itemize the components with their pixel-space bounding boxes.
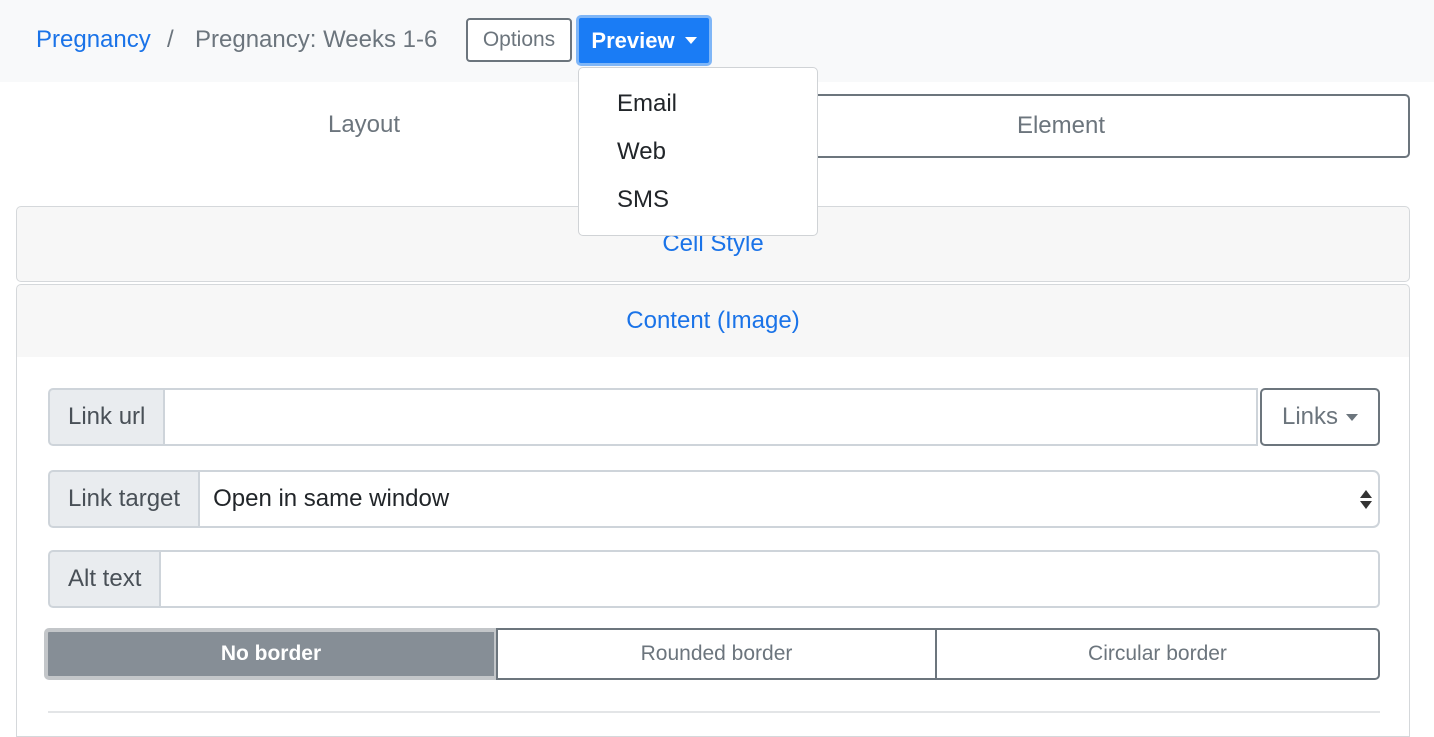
select-arrows-icon	[1360, 489, 1372, 509]
preview-button-label: Preview	[591, 27, 675, 53]
link-target-label: Link target	[48, 470, 199, 528]
link-target-group: Link target Open in same window	[48, 470, 1380, 528]
breadcrumb-current: Pregnancy: Weeks 1-6	[195, 26, 438, 53]
content-image-panel-header[interactable]: Content (Image)	[16, 284, 1410, 358]
preview-dropdown-button[interactable]: Preview	[576, 15, 712, 66]
preview-menu-item-web[interactable]: Web	[579, 128, 817, 176]
border-option-circular[interactable]: Circular border	[935, 628, 1380, 680]
link-url-label: Link url	[48, 388, 164, 446]
caret-down-icon	[684, 37, 697, 44]
link-target-selected-value: Open in same window	[213, 485, 450, 512]
options-button[interactable]: Options	[466, 18, 572, 62]
border-style-toggle-group: No border Rounded border Circular border	[44, 628, 1380, 680]
preview-menu-item-sms[interactable]: SMS	[579, 176, 817, 224]
links-dropdown-button[interactable]: Links	[1260, 388, 1380, 446]
preview-menu-item-email[interactable]: Email	[579, 80, 817, 128]
border-option-none[interactable]: No border	[44, 628, 498, 680]
caret-down-icon	[1346, 413, 1359, 421]
border-option-rounded[interactable]: Rounded border	[496, 628, 937, 680]
link-url-input[interactable]	[163, 388, 1258, 446]
links-button-label: Links	[1281, 403, 1339, 430]
breadcrumb-root-link[interactable]: Pregnancy	[36, 24, 151, 56]
preview-dropdown-menu: Email Web SMS	[578, 67, 818, 236]
link-target-select[interactable]: Open in same window	[198, 470, 1380, 528]
link-url-group: Link url Links	[48, 388, 1380, 446]
breadcrumb-separator: /	[167, 26, 174, 53]
section-divider	[48, 711, 1380, 713]
alt-text-label: Alt text	[48, 550, 160, 608]
alt-text-group: Alt text	[48, 550, 1380, 608]
alt-text-input[interactable]	[159, 550, 1380, 608]
